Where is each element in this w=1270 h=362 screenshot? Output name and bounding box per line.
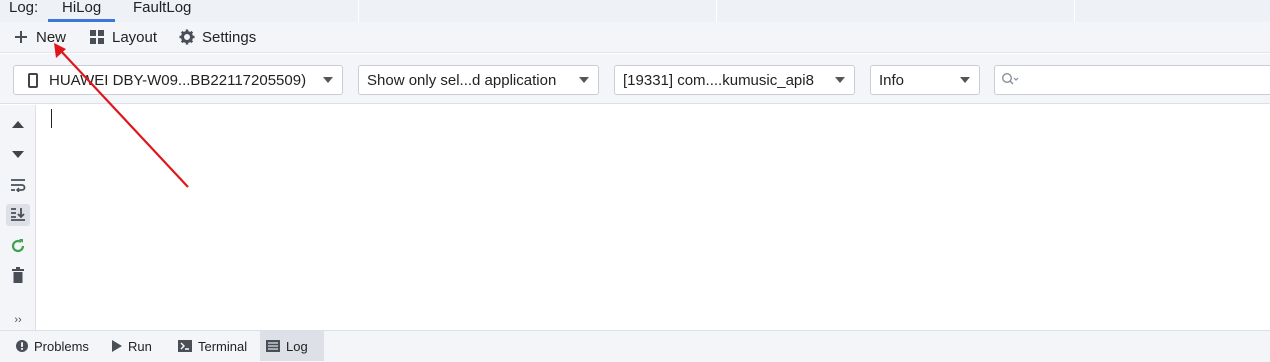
- app-filter-select[interactable]: Show only sel...d application: [358, 65, 599, 95]
- device-select[interactable]: HUAWEI DBY-W09...BB22117205509): [13, 65, 343, 95]
- tab-bar-divider: [358, 0, 359, 22]
- settings-button-label: Settings: [202, 28, 257, 46]
- bottom-tool-bar: Problems Run Terminal Log: [0, 330, 1270, 362]
- scroll-up-icon: [12, 120, 24, 128]
- scroll-to-end-button[interactable]: [6, 204, 30, 226]
- info-circle-icon: [16, 340, 28, 352]
- action-toolbar: New Layout Settings: [0, 22, 1270, 53]
- chevron-down-icon: [314, 66, 342, 94]
- tab-run[interactable]: Run: [106, 331, 158, 361]
- layout-button-label: Layout: [112, 28, 158, 46]
- settings-button[interactable]: Settings: [178, 26, 256, 48]
- search-icon: [1001, 72, 1021, 88]
- text-caret: [51, 109, 52, 128]
- search-input[interactable]: [994, 65, 1270, 95]
- clear-log-button[interactable]: [6, 265, 30, 287]
- scroll-to-end-icon: [10, 207, 26, 224]
- process-select[interactable]: [19331] com....kumusic_api8: [614, 65, 855, 95]
- trash-icon: [12, 266, 24, 286]
- tab-problems-label: Problems: [34, 338, 89, 354]
- scroll-up-button[interactable]: [6, 113, 30, 135]
- device-select-value: HUAWEI DBY-W09...BB22117205509): [49, 71, 307, 89]
- gear-icon: [178, 28, 196, 46]
- chevron-down-icon: [570, 66, 598, 94]
- tab-log-label: Log: [286, 338, 308, 354]
- log-level-select[interactable]: Info: [870, 65, 980, 95]
- log-output-area[interactable]: [37, 105, 1270, 330]
- app-filter-value: Show only sel...d application: [367, 71, 557, 89]
- log-tab-bar: Log: HiLog FaultLog: [0, 0, 1270, 22]
- scroll-down-icon: [12, 150, 24, 158]
- log-level-value: Info: [879, 71, 905, 89]
- new-button-label: New: [36, 28, 67, 46]
- filter-bar: HUAWEI DBY-W09...BB22117205509) Show onl…: [0, 54, 1270, 104]
- new-button[interactable]: New: [12, 26, 66, 48]
- process-select-value: [19331] com....kumusic_api8: [623, 71, 814, 89]
- log-side-toolbar: ››: [0, 105, 36, 330]
- layout-grid-icon: [88, 28, 106, 46]
- chevron-down-icon: [826, 66, 854, 94]
- plus-icon: [12, 28, 30, 46]
- tab-bar-divider: [1074, 0, 1075, 22]
- scroll-down-button[interactable]: [6, 143, 30, 165]
- tab-faultlog[interactable]: FaultLog: [119, 0, 205, 22]
- tab-terminal[interactable]: Terminal: [172, 331, 253, 361]
- tab-run-label: Run: [128, 338, 152, 354]
- soft-wrap-icon: [10, 178, 26, 195]
- layout-button[interactable]: Layout: [88, 26, 157, 48]
- more-icon[interactable]: ››: [6, 309, 30, 331]
- tab-hilog[interactable]: HiLog: [48, 0, 116, 22]
- soft-wrap-button[interactable]: [6, 175, 30, 197]
- tab-log[interactable]: Log: [260, 331, 324, 361]
- phone-icon: [28, 72, 38, 88]
- tab-problems[interactable]: Problems: [10, 331, 95, 361]
- log-icon: [266, 340, 280, 352]
- restart-icon: [10, 238, 26, 257]
- log-tabs-prefix: Log:: [9, 0, 39, 16]
- terminal-icon: [178, 340, 192, 352]
- play-icon: [112, 340, 122, 352]
- chevron-down-icon: [951, 66, 979, 94]
- tab-terminal-label: Terminal: [198, 338, 248, 354]
- restart-button[interactable]: [6, 236, 30, 258]
- tab-bar-divider: [716, 0, 717, 22]
